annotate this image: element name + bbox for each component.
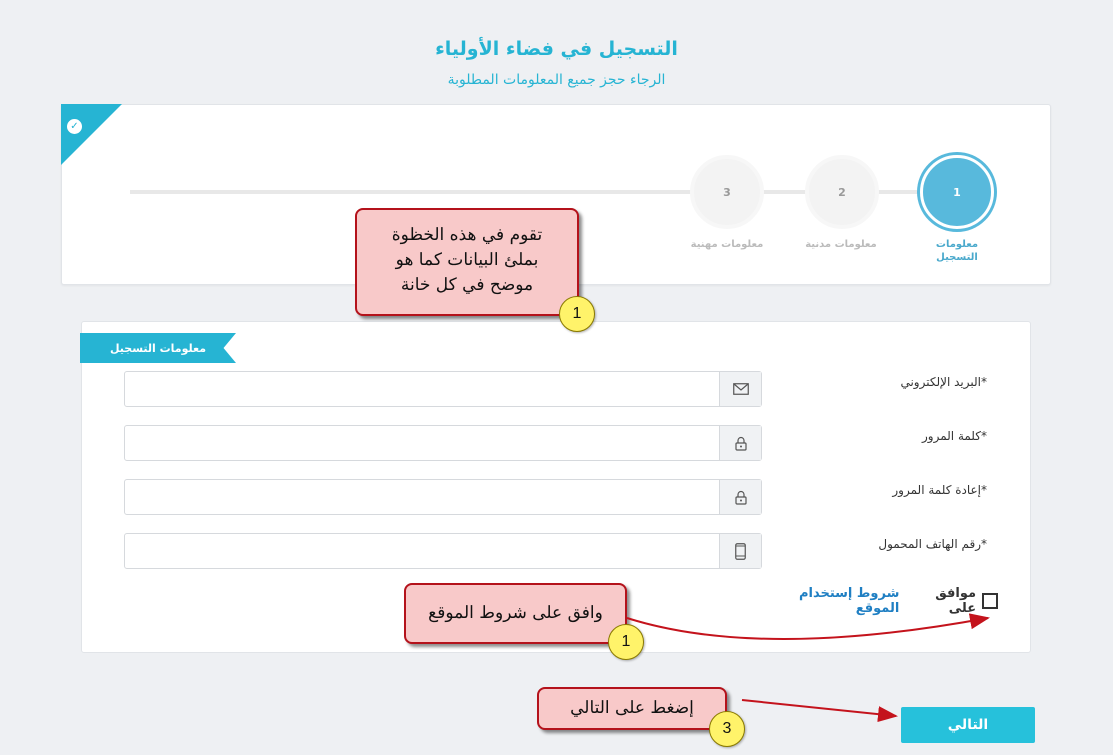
annotation-arrows: [626, 613, 990, 723]
next-arrow: [741, 699, 898, 723]
terms-arrow: [626, 613, 990, 640]
